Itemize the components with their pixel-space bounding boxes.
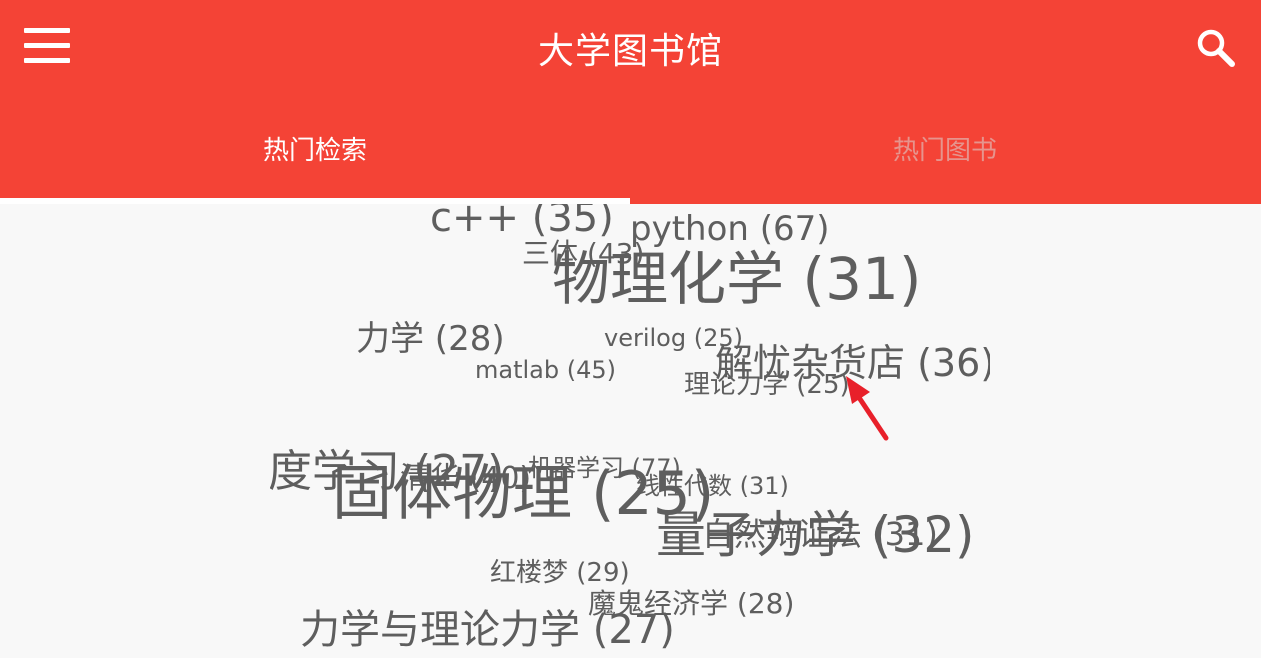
tag-python[interactable]: python (67)	[630, 212, 830, 246]
tag-linear-algebra[interactable]: 线性代数 (31)	[636, 474, 789, 498]
tag-dialectics-of-nature[interactable]: 自然辩证法 (31)	[702, 518, 938, 550]
app-title: 大学图书馆	[537, 31, 723, 72]
tag-dream-of-red-chamber[interactable]: 红楼梦 (29)	[490, 560, 630, 586]
tab-hot-books[interactable]: 热门图书	[630, 130, 1260, 170]
tag-theoretical-mechanics[interactable]: 理论力学 (25)	[684, 372, 850, 398]
tag-cpp[interactable]: c++ (35)	[430, 204, 614, 238]
search-icon[interactable]	[1194, 26, 1238, 70]
tag-mechanics[interactable]: 力学 (28)	[356, 322, 505, 356]
tag-mechanics-and-theoretical-mechanics[interactable]: 力学与理论力学 (27)	[300, 610, 675, 650]
pointer-arrow-icon	[846, 376, 889, 441]
app-bar: 大学图书馆 热门检索 热门图书	[0, 0, 1261, 204]
tag-physical-chemistry[interactable]: 物理化学 (31)	[552, 250, 922, 308]
tag-matlab[interactable]: matlab (45)	[475, 358, 616, 382]
tab-hot-search[interactable]: 热门检索	[0, 130, 630, 170]
